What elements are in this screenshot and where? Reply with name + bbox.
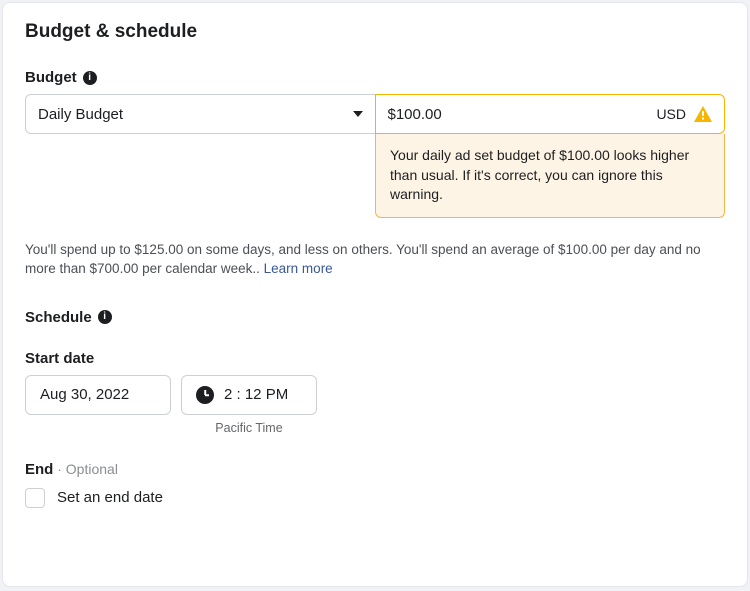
budget-amount-input[interactable] [388, 106, 649, 123]
budget-type-select[interactable]: Daily Budget [25, 94, 375, 134]
budget-currency: USD [656, 106, 686, 122]
start-date-input[interactable]: Aug 30, 2022 [25, 375, 171, 415]
budget-warning-panel: Your daily ad set budget of $100.00 look… [375, 134, 725, 218]
timezone-label: Pacific Time [181, 421, 317, 435]
end-optional-label: Optional [66, 461, 118, 477]
warning-icon [694, 106, 712, 122]
info-icon[interactable]: i [83, 71, 97, 85]
budget-help-text: You'll spend up to $125.00 on some days,… [25, 240, 725, 279]
budget-schedule-card: Budget & schedule Budget i Daily Budget … [2, 2, 748, 587]
section-title: Budget & schedule [25, 21, 725, 43]
start-time-value: 2 : 12 PM [224, 386, 288, 403]
schedule-label: Schedule i [25, 309, 725, 326]
set-end-date-label: Set an end date [57, 489, 163, 506]
set-end-date-checkbox[interactable] [25, 488, 45, 508]
start-date-time-row: Aug 30, 2022 2 : 12 PM Pacific Time [25, 375, 725, 435]
start-date-label: Start date [25, 350, 725, 367]
budget-row: Daily Budget USD [25, 94, 725, 134]
budget-help-text-body: You'll spend up to $125.00 on some days,… [25, 242, 701, 277]
dot-separator: · [57, 461, 66, 477]
chevron-down-icon [353, 111, 363, 117]
clock-icon [196, 386, 214, 404]
budget-warning-text: Your daily ad set budget of $100.00 look… [390, 147, 689, 202]
start-time-input[interactable]: 2 : 12 PM [181, 375, 317, 415]
end-row: End · Optional Set an end date [25, 461, 725, 508]
budget-amount-wrap: USD [375, 94, 726, 134]
budget-label-text: Budget [25, 69, 77, 86]
budget-type-value: Daily Budget [38, 106, 123, 123]
budget-label: Budget i [25, 69, 725, 86]
end-label: End [25, 461, 53, 478]
schedule-label-text: Schedule [25, 309, 92, 326]
start-date-label-text: Start date [25, 350, 94, 367]
info-icon[interactable]: i [98, 310, 112, 324]
learn-more-link[interactable]: Learn more [264, 261, 333, 276]
start-date-value: Aug 30, 2022 [40, 386, 129, 403]
